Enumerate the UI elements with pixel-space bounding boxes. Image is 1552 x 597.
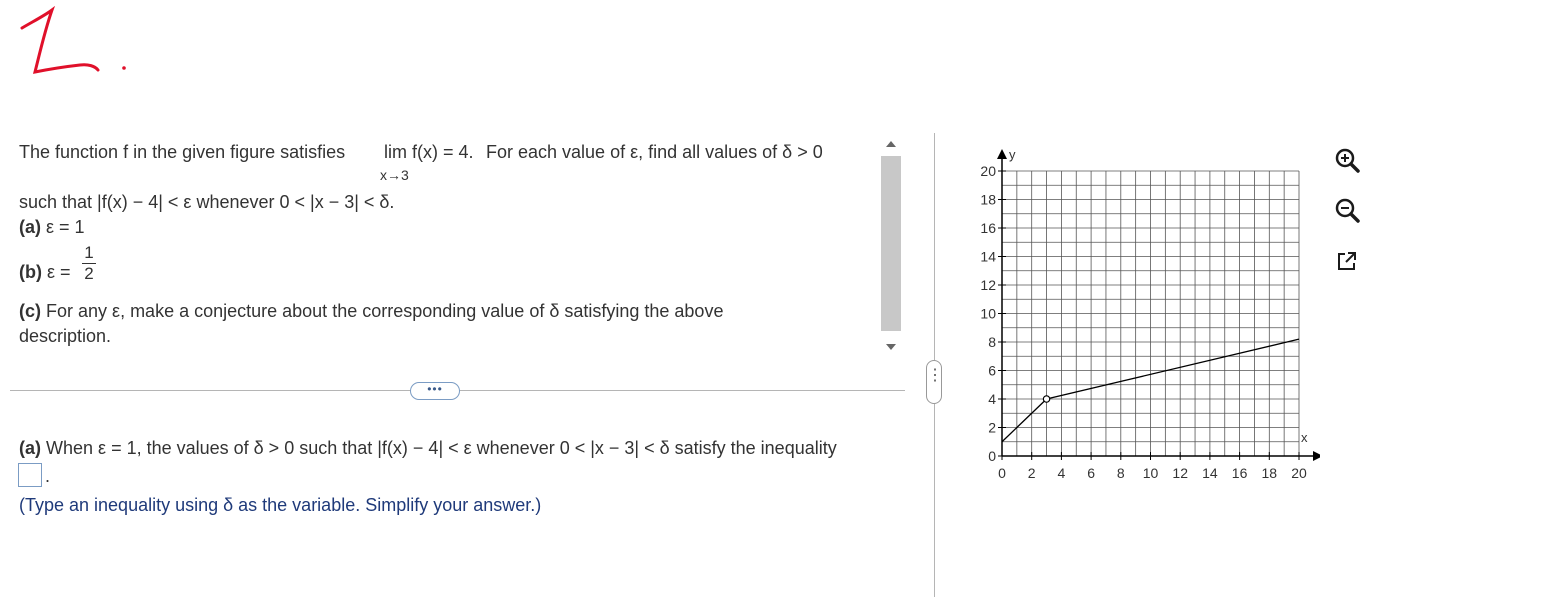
graph-ticks: 0 2 4 6 8 10 12 14 16 18 20 0 2 4 6 8 10 12 14 16 18 20	[980, 163, 1307, 481]
part-c-label: (c)	[19, 301, 41, 321]
part-b-label: (b)	[19, 262, 42, 282]
fraction-numerator: 1	[84, 243, 94, 262]
x-tick-label: 8	[1117, 465, 1125, 481]
y-tick-label: 10	[980, 306, 996, 322]
y-tick-label: 16	[980, 220, 996, 236]
x-tick-label: 2	[1028, 465, 1036, 481]
panel-resize-handle[interactable]: ⋮	[926, 360, 943, 404]
zoom-out-icon[interactable]	[1333, 196, 1361, 224]
y-tick-label: 20	[980, 163, 996, 179]
question-line-1-suffix: For each value of ε, find all values of …	[486, 142, 823, 162]
question-scrollbar[interactable]	[880, 133, 902, 356]
function-graph: xy 0 2 4 6 8 10 12 14 16 18 2002468101214161820	[980, 147, 1320, 481]
y-tick-label: 14	[980, 249, 996, 265]
y-tick-label: 18	[980, 192, 996, 208]
x-tick-label: 6	[1087, 465, 1095, 481]
part-c: (c) For any ε, make a conjecture about t…	[19, 301, 723, 322]
expand-more-button[interactable]: •••	[410, 382, 460, 400]
x-tick-label: 20	[1291, 465, 1307, 481]
y-axis-arrow-icon	[997, 149, 1007, 159]
graph-axes: xy	[997, 147, 1320, 461]
scroll-up-arrow-icon[interactable]	[886, 141, 896, 147]
y-tick-label: 2	[988, 420, 996, 436]
answer-prompt: (a) When ε = 1, the values of δ > 0 such…	[19, 438, 837, 459]
question-line-2: such that |f(x) − 4| < ε whenever 0 < |x…	[19, 192, 395, 212]
y-axis-label: y	[1009, 147, 1016, 162]
y-tick-label: 8	[988, 334, 996, 350]
part-c-text: For any ε, make a conjecture about the c…	[46, 301, 724, 321]
graph-grid	[1001, 170, 1300, 457]
x-axis-label: x	[1301, 430, 1308, 445]
y-tick-label: 6	[988, 363, 996, 379]
part-b: (b) ε =	[19, 262, 71, 283]
limit-expression: lim f(x) = 4.	[384, 142, 474, 162]
part-a: (a) ε = 1	[19, 217, 85, 238]
answer-period: .	[45, 466, 51, 486]
part-c-text-continued: description.	[19, 326, 112, 346]
x-tick-label: 16	[1232, 465, 1248, 481]
x-axis-arrow-icon	[1313, 451, 1320, 461]
x-tick-label: 12	[1172, 465, 1188, 481]
x-tick-label: 18	[1262, 465, 1278, 481]
question-line-1: The function f in the given figure satis…	[19, 142, 345, 163]
answer-input[interactable]	[18, 463, 42, 487]
x-tick-label: 10	[1143, 465, 1159, 481]
zoom-in-icon[interactable]	[1333, 146, 1361, 174]
x-tick-label: 14	[1202, 465, 1218, 481]
y-tick-label: 4	[988, 391, 996, 407]
y-tick-label: 0	[988, 448, 996, 464]
part-a-text: ε = 1	[46, 217, 85, 237]
part-b-fraction: 1 2	[82, 244, 96, 283]
answer-label: (a)	[19, 438, 41, 458]
y-tick-label: 12	[980, 277, 996, 293]
fraction-denominator: 2	[84, 264, 94, 283]
limit-subscript: x→3	[380, 167, 409, 183]
scroll-thumb[interactable]	[881, 156, 901, 331]
open-point	[1042, 395, 1051, 403]
x-tick-label: 4	[1058, 465, 1066, 481]
answer-hint: (Type an inequality using δ as the varia…	[19, 495, 542, 515]
question-intro: The function f in the given figure satis…	[19, 142, 346, 162]
x-tick-label: 0	[998, 465, 1006, 481]
handwritten-mark	[20, 5, 126, 74]
answer-text: When ε = 1, the values of δ > 0 such tha…	[46, 438, 837, 458]
part-a-label: (a)	[19, 217, 41, 237]
scroll-down-arrow-icon[interactable]	[886, 344, 896, 350]
drag-handle-icon: ⋮	[927, 367, 943, 384]
popout-icon[interactable]	[1333, 247, 1361, 275]
part-b-text: ε =	[47, 262, 71, 282]
